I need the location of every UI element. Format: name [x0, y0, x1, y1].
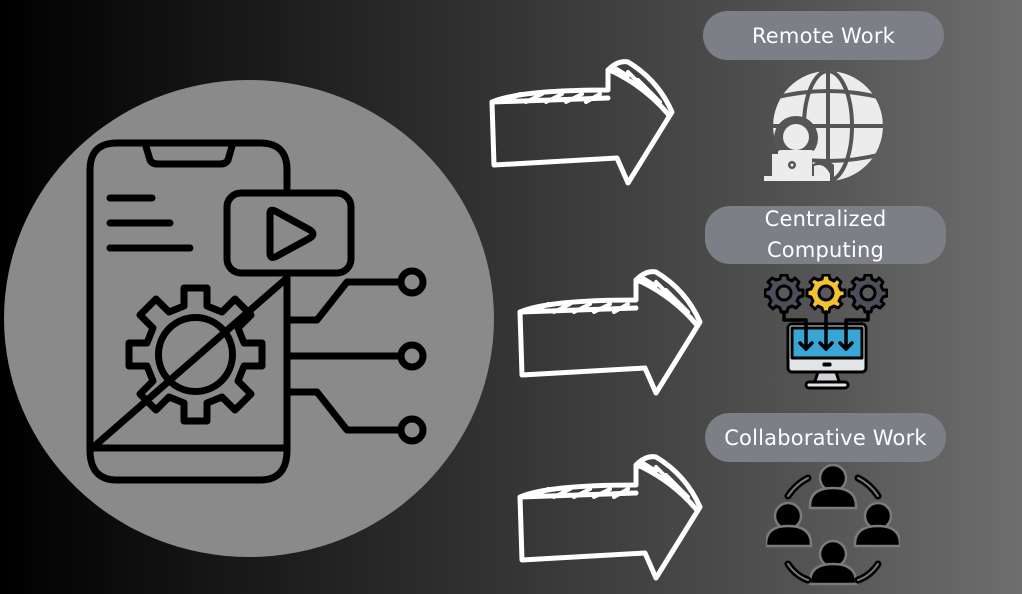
person-icon [853, 501, 900, 548]
gears-to-monitor-icon [764, 274, 888, 390]
connector-line [283, 278, 402, 324]
person-icon [766, 501, 813, 548]
centralized-computing-label: Centralized Computing [705, 206, 946, 264]
collaborative-work-text: Collaborative Work [724, 425, 927, 450]
remote-work-text: Remote Work [751, 23, 896, 48]
connector-line [283, 388, 402, 434]
play-icon [266, 206, 317, 261]
gear-center-icon [805, 274, 847, 314]
smartphone-gear-video-network-icon [86, 139, 427, 484]
centralized-computing-text-line1: Centralized [764, 207, 887, 231]
video-box [223, 189, 355, 277]
globe-person-laptop-icon [764, 71, 883, 182]
hand-drawn-arrow-icon [517, 269, 703, 396]
remote-work-label: Remote Work [703, 11, 944, 60]
hand-drawn-arrow-icon [517, 454, 703, 581]
connector-node [397, 341, 427, 371]
centralized-computing-text-line2: Computing [766, 238, 885, 262]
hand-drawn-arrow-icon [489, 59, 675, 186]
gear-right-icon [847, 274, 888, 314]
people-circle-icon [766, 463, 900, 586]
gear-left-icon [764, 274, 805, 314]
person-icon [808, 463, 858, 510]
collaborative-work-label: Collaborative Work [705, 413, 946, 462]
connector-node [397, 415, 427, 445]
person-icon [808, 539, 858, 586]
connector-node [397, 267, 427, 297]
